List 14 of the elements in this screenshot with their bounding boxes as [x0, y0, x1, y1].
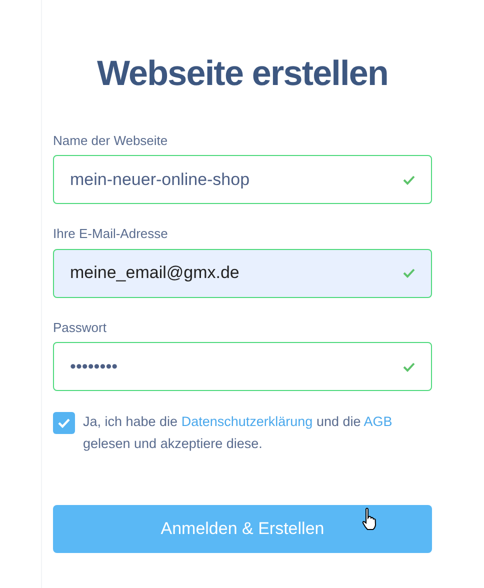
field-label: Name der Webseite: [53, 132, 168, 150]
consent-text: Ja, ich habe die Datenschutzerklärung und die AGB gelesen und akzeptiere diese.: [83, 413, 394, 453]
check-icon: [403, 268, 415, 278]
input-field[interactable]: mein-neuer-online-shop: [53, 155, 432, 204]
input-field[interactable]: ••••••••: [53, 342, 432, 391]
page-title: Webseite erstellen: [97, 53, 388, 95]
consent-checkbox[interactable]: [53, 412, 75, 434]
check-icon: [403, 174, 415, 184]
hand-cursor-icon: [361, 507, 379, 531]
check-icon: [403, 362, 415, 372]
field-label: Ihre E-Mail-Adresse: [53, 225, 168, 243]
input-field[interactable]: meine_email@gmx.de: [53, 248, 432, 298]
field-label: Passwort: [53, 318, 106, 336]
check-icon: [58, 418, 70, 428]
